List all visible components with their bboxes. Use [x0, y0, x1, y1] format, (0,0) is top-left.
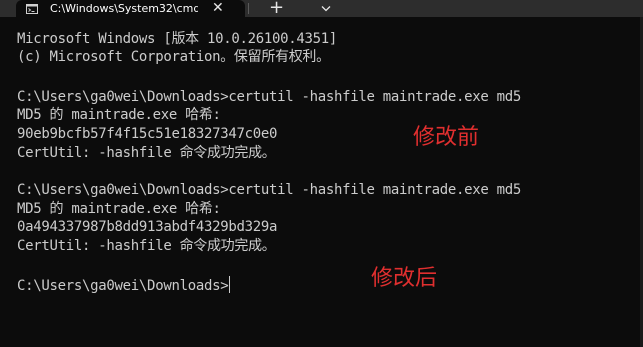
tab-title: C:\Windows\System32\cmd.ex: [50, 2, 198, 15]
tab-cmd[interactable]: C:\Windows\System32\cmd.ex ✕: [16, 0, 245, 17]
terminal-line: CertUtil: -hashfile 命令成功完成。: [17, 238, 276, 254]
annotation-after: 修改后: [371, 266, 438, 291]
prompt-line[interactable]: C:\Users\ga0wei\Downloads>: [17, 275, 231, 297]
prompt-text: C:\Users\ga0wei\Downloads>: [17, 278, 229, 294]
new-tab-button[interactable]: +: [269, 0, 284, 18]
terminal-line: (c) Microsoft Corporation。保留所有权利。: [17, 49, 330, 65]
title-bar: C:\Windows\System32\cmd.ex ✕ +: [0, 0, 643, 18]
tab-divider: [248, 3, 249, 14]
annotation-before: 修改前: [413, 125, 480, 150]
text-cursor: [229, 276, 231, 293]
terminal-line: CertUtil: -hashfile 命令成功完成。: [17, 145, 276, 161]
terminal-output[interactable]: Microsoft Windows [版本 10.0.26100.4351] (…: [0, 17, 643, 347]
chevron-down-icon[interactable]: [320, 0, 332, 17]
terminal-icon: [26, 3, 38, 14]
close-icon[interactable]: ✕: [212, 0, 224, 17]
